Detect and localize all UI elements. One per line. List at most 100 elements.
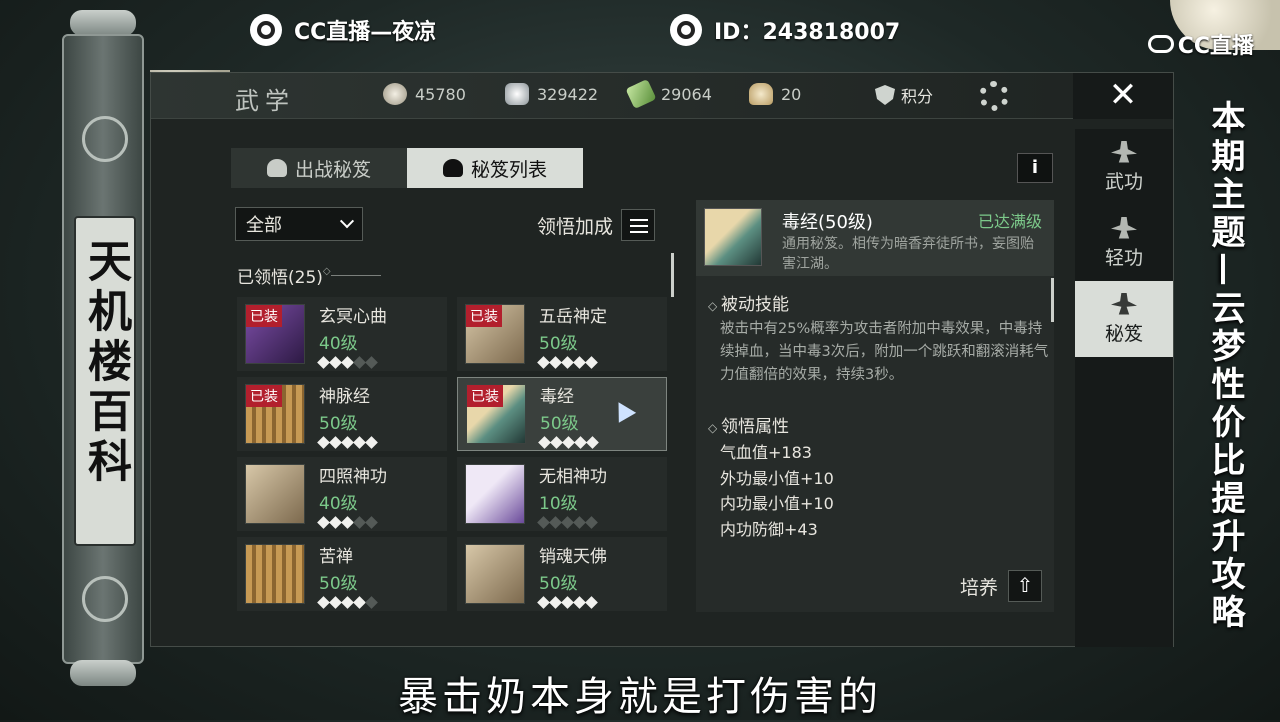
stream-id: ID：243818007: [670, 14, 900, 46]
cloud-icon: [1147, 35, 1174, 53]
equipped-badge: 已装: [467, 385, 503, 407]
cc-logo-icon: [670, 14, 702, 46]
manual-info: 玄冥心曲 40级: [317, 302, 387, 369]
manual-name: 五岳神定: [539, 306, 607, 327]
passive-text: 被击中有25%概率为攻击者附加中毒效果，中毒持续掉血，当中毒3次后，附加一个跳跃…: [720, 321, 1049, 383]
grid-scrollbar[interactable]: [671, 253, 674, 297]
nav-item-manuals[interactable]: 秘笈: [1075, 281, 1173, 357]
star-icon: [585, 355, 598, 369]
window-title: 武学: [235, 87, 295, 115]
star-rating: [538, 435, 599, 449]
manual-thumbnail: 已装: [465, 304, 525, 364]
manual-name: 无相神功: [539, 466, 607, 487]
scroll-body: 天机楼百科: [62, 34, 144, 664]
attr-title: 领悟属性: [708, 412, 789, 437]
manual-card[interactable]: 已装 五岳神定 50级: [457, 297, 667, 371]
manual-card[interactable]: 已装 玄冥心曲 40级: [237, 297, 447, 371]
manual-info: 苦禅 50级: [317, 542, 378, 609]
detail-scrollbar[interactable]: [1051, 278, 1054, 322]
manual-card[interactable]: 已装 神脉经 50级: [237, 377, 447, 451]
currency-value: 329422: [537, 84, 599, 104]
ornament-icon: [82, 576, 128, 622]
manual-name: 玄冥心曲: [319, 306, 387, 327]
bun-icon: [749, 83, 773, 105]
manual-info: 无相神功 10级: [537, 462, 607, 529]
tab-bar: 出战秘笈 秘笈列表: [231, 148, 583, 188]
manual-thumbnail: 已装: [245, 304, 305, 364]
manual-info: 销魂天佛 50级: [537, 542, 607, 609]
shield-icon: [875, 85, 895, 105]
star-icon: [585, 515, 598, 529]
silver-icon: [505, 83, 529, 105]
passive-title: 被动技能: [708, 290, 789, 315]
episode-topic: 本期主题—云梦性价比提升攻略: [1205, 100, 1245, 632]
currency-value: 20: [781, 84, 802, 104]
nav-item-lightness[interactable]: 轻功: [1075, 205, 1173, 281]
manual-thumbnail: 已装: [466, 384, 526, 444]
info-button[interactable]: i: [1017, 153, 1053, 183]
comprehension-bonus[interactable]: 领悟加成: [537, 209, 656, 241]
side-nav: 武功 轻功 秘笈: [1075, 129, 1173, 647]
currency-value: 45780: [415, 84, 466, 104]
detail-panel: 毒经(50级) 已达满级 通用秘笈。相传为暗香弃徒所书，妄图贻害江湖。 被动技能…: [696, 200, 1054, 612]
nav-item-martial[interactable]: 武功: [1075, 129, 1173, 205]
manual-thumbnail: [245, 544, 305, 604]
manual-level: 50级: [319, 413, 358, 434]
book-icon: [442, 159, 463, 177]
currency-coin: 45780: [383, 83, 466, 105]
learned-header: 已领悟(25): [237, 263, 381, 288]
star-rating: [317, 435, 378, 449]
manual-card[interactable]: 销魂天佛 50级: [457, 537, 667, 611]
manual-card[interactable]: 无相神功 10级: [457, 457, 667, 531]
meditation-icon: [1111, 292, 1137, 315]
chevron-down-icon: [339, 214, 355, 229]
manual-card[interactable]: 已装 毒经 50级: [457, 377, 667, 451]
manual-info: 毒经 50级: [538, 382, 599, 449]
currency-bun: 20: [749, 83, 801, 105]
manual-level: 10级: [539, 493, 578, 514]
manual-thumbnail: [245, 464, 305, 524]
manual-level: 50级: [539, 333, 578, 354]
coin-icon: [383, 83, 407, 105]
detail-header: 毒经(50级) 已达满级 通用秘笈。相传为暗香弃徒所书，妄图贻害江湖。: [696, 200, 1054, 276]
window-header: 武学 45780 329422 29064 20 积分 ✕: [151, 73, 1173, 119]
star-rating: [317, 515, 387, 529]
star-rating: [317, 595, 378, 609]
star-rating: [537, 515, 607, 529]
manual-card[interactable]: 四照神功 40级: [237, 457, 447, 531]
train-label: 培养: [959, 576, 998, 599]
close-button[interactable]: ✕: [1073, 73, 1173, 119]
tab-battle-manuals[interactable]: 出战秘笈: [231, 148, 407, 188]
divider: [323, 266, 381, 277]
scroll-title: 天机楼百科: [80, 238, 131, 488]
train-button[interactable]: 培养 ⇧: [960, 570, 1042, 602]
arrow-up-icon: ⇧: [1008, 570, 1042, 602]
nav-label: 秘笈: [1104, 322, 1143, 345]
manual-level: 50级: [540, 413, 579, 434]
star-rating: [537, 595, 607, 609]
gear-icon[interactable]: [979, 81, 1009, 111]
star-icon: [365, 595, 378, 609]
category-dropdown[interactable]: 全部: [235, 207, 363, 241]
attr-item: 内功防御+43: [720, 519, 818, 539]
stream-id-text: ID：243818007: [714, 20, 901, 45]
attr-item: 气血值+183: [720, 443, 812, 462]
scroll-banner: 天机楼百科: [56, 10, 150, 690]
stream-channel: CC直播—夜凉: [250, 14, 436, 46]
equipped-badge: 已装: [466, 305, 502, 327]
manual-level: 40级: [319, 493, 358, 514]
manual-name: 苦禅: [319, 546, 353, 567]
tab-label: 秘笈列表: [470, 158, 547, 181]
learned-count: 已领悟(25): [237, 268, 323, 288]
manual-card[interactable]: 苦禅 50级: [237, 537, 447, 611]
star-rating: [317, 355, 387, 369]
manual-thumbnail: [465, 544, 525, 604]
score-button[interactable]: 积分: [875, 83, 933, 107]
currency-silver: 329422: [505, 83, 598, 105]
tab-manual-list[interactable]: 秘笈列表: [407, 148, 583, 188]
equipped-badge: 已装: [246, 305, 282, 327]
manual-grid: 已装 玄冥心曲 40级 已装 五岳神定 50级 已装 神脉经 50级 已装 毒经 50级 四照神功 40级…: [237, 297, 671, 611]
dropdown-value: 全部: [246, 215, 282, 236]
manual-name: 神脉经: [319, 386, 370, 407]
video-subtitle: 暴击奶本身就是打伤害的: [398, 674, 882, 720]
